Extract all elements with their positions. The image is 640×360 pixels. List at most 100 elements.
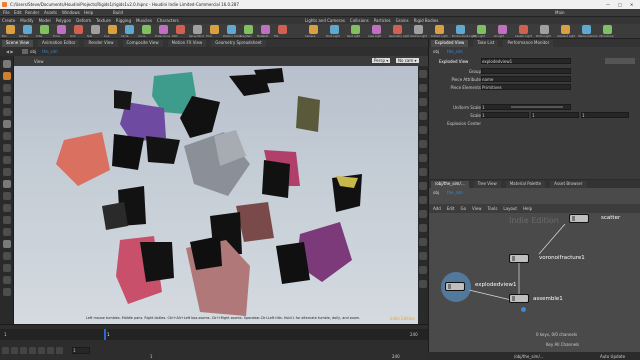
menu-file[interactable]: File bbox=[3, 10, 10, 15]
auto-update-toggle[interactable]: Auto Update bbox=[600, 354, 625, 359]
menu-help[interactable]: Help bbox=[84, 10, 93, 15]
shelf-tool-icon[interactable] bbox=[278, 25, 287, 34]
param-path-node[interactable]: the_sim bbox=[447, 49, 463, 54]
viewport-tool-icon[interactable] bbox=[3, 156, 11, 164]
shelf-tab[interactable]: Polygon bbox=[56, 18, 72, 23]
right-pane-tab[interactable]: Take List bbox=[473, 40, 499, 47]
playback-button[interactable] bbox=[11, 347, 18, 354]
shelf-tool-icon[interactable] bbox=[330, 25, 339, 34]
display-option-icon[interactable] bbox=[419, 280, 427, 288]
display-option-icon[interactable] bbox=[419, 98, 427, 106]
back-arrow-icon[interactable]: ◀ ▶ bbox=[6, 49, 13, 54]
shelf-tab[interactable]: Create bbox=[2, 18, 15, 23]
pane-tab[interactable]: Scene View bbox=[2, 40, 33, 47]
3d-viewport[interactable]: Left mouse tumbles. Middle pans. Right d… bbox=[14, 66, 418, 324]
timeline-ruler[interactable] bbox=[0, 329, 428, 340]
shelf-tool-icon[interactable] bbox=[477, 25, 486, 34]
shelf-tool-icon[interactable] bbox=[108, 25, 117, 34]
viewport-tool-icon[interactable] bbox=[3, 204, 11, 212]
viewport-tool-icon[interactable] bbox=[3, 276, 11, 284]
pane-tab[interactable]: Motion FX View bbox=[167, 40, 207, 47]
viewport-tool-icon[interactable] bbox=[3, 72, 11, 80]
param-path-obj[interactable]: obj bbox=[433, 49, 439, 54]
viewport-tool-icon[interactable] bbox=[3, 288, 11, 296]
viewport-tool-icon[interactable] bbox=[3, 264, 11, 272]
right-pane-tab[interactable]: Exploded View bbox=[431, 40, 469, 47]
shelf-tool-icon[interactable] bbox=[498, 25, 507, 34]
scale-component-field[interactable]: 1 bbox=[531, 112, 579, 118]
playhead[interactable] bbox=[104, 329, 106, 340]
shelf-tool-icon[interactable] bbox=[193, 25, 202, 34]
shelf-tool-icon[interactable] bbox=[540, 25, 549, 34]
shelf-tool-icon[interactable] bbox=[519, 25, 528, 34]
assemble-node[interactable] bbox=[509, 294, 529, 303]
shelf-tab-right[interactable]: Rigid Bodies bbox=[414, 18, 439, 23]
viewport-tool-icon[interactable] bbox=[3, 216, 11, 224]
shelf-tab[interactable]: Rigging bbox=[116, 18, 131, 23]
shelf-tool-icon[interactable] bbox=[227, 25, 236, 34]
camera-menu[interactable]: No cam ▾ bbox=[396, 58, 419, 63]
shelf-tab-right[interactable]: Grains bbox=[396, 18, 409, 23]
param-toolbar-icons[interactable] bbox=[605, 58, 635, 64]
param-field[interactable]: name bbox=[481, 76, 571, 82]
pane-tab[interactable]: Render View bbox=[84, 40, 118, 47]
shelf-tab-right[interactable]: Collisions bbox=[350, 18, 369, 23]
playback-button[interactable] bbox=[2, 347, 9, 354]
shelf-tool-icon[interactable] bbox=[582, 25, 591, 34]
viewport-tool-icon[interactable] bbox=[3, 168, 11, 176]
shelf-tool-icon[interactable] bbox=[351, 25, 360, 34]
display-option-icon[interactable] bbox=[419, 154, 427, 162]
shelf-tool-icon[interactable] bbox=[40, 25, 49, 34]
display-option-icon[interactable] bbox=[419, 84, 427, 92]
shelf-tool-icon[interactable] bbox=[159, 25, 168, 34]
scale-component-field[interactable]: 1 bbox=[581, 112, 629, 118]
shelf-tool-icon[interactable] bbox=[142, 25, 151, 34]
display-option-icon[interactable] bbox=[419, 126, 427, 134]
close-button[interactable]: ✕ bbox=[630, 2, 633, 7]
shelf-tool-icon[interactable] bbox=[23, 25, 32, 34]
explodedview-node[interactable] bbox=[445, 282, 465, 291]
pane-tab[interactable]: Geometry Spreadsheet bbox=[211, 40, 266, 47]
display-option-icon[interactable] bbox=[419, 70, 427, 78]
display-option-icon[interactable] bbox=[419, 266, 427, 274]
node-name-field[interactable]: explodedview1 bbox=[481, 58, 571, 64]
shelf-tool-icon[interactable] bbox=[57, 25, 66, 34]
menu-render[interactable]: Render bbox=[25, 10, 39, 15]
viewport-tool-icon[interactable] bbox=[3, 120, 11, 128]
menu-edit[interactable]: Edit bbox=[14, 10, 22, 15]
display-flag-icon[interactable] bbox=[521, 307, 526, 312]
shelf-tab[interactable]: Deform bbox=[76, 18, 91, 23]
viewport-tool-icon[interactable] bbox=[3, 252, 11, 260]
playback-button[interactable] bbox=[29, 347, 36, 354]
persp-menu[interactable]: Persp ▾ bbox=[372, 58, 391, 63]
shelf-tool-icon[interactable] bbox=[603, 25, 612, 34]
shelf-tool-icon[interactable] bbox=[435, 25, 444, 34]
param-field[interactable] bbox=[481, 68, 571, 74]
minimize-button[interactable]: — bbox=[606, 2, 610, 7]
display-option-icon[interactable] bbox=[419, 196, 427, 204]
param-field[interactable]: Primitives bbox=[481, 84, 571, 90]
viewport-tool-icon[interactable] bbox=[3, 84, 11, 92]
playback-button[interactable] bbox=[38, 347, 45, 354]
display-option-icon[interactable] bbox=[419, 112, 427, 120]
menu-build[interactable]: Build bbox=[113, 10, 123, 15]
menu-assets[interactable]: Assets bbox=[44, 10, 57, 15]
voronoi-node[interactable] bbox=[509, 254, 529, 263]
viewport-tool-icon[interactable] bbox=[3, 132, 11, 140]
viewport-tool-icon[interactable] bbox=[3, 240, 11, 248]
shelf-tool-icon[interactable] bbox=[6, 25, 15, 34]
viewport-tool-icon[interactable] bbox=[3, 228, 11, 236]
display-option-icon[interactable] bbox=[419, 182, 427, 190]
display-option-icon[interactable] bbox=[419, 252, 427, 260]
playback-button[interactable] bbox=[20, 347, 27, 354]
desktop-selector[interactable]: Main bbox=[555, 10, 565, 15]
shelf-tool-icon[interactable] bbox=[91, 25, 100, 34]
shelf-tool-icon[interactable] bbox=[210, 25, 219, 34]
viewport-tool-icon[interactable] bbox=[3, 180, 11, 188]
shelf-tool-icon[interactable] bbox=[261, 25, 270, 34]
param-field[interactable]: 1 bbox=[481, 112, 529, 118]
shelf-tool-icon[interactable] bbox=[456, 25, 465, 34]
uniform-scale-slider[interactable] bbox=[511, 106, 563, 108]
viewport-tool-icon[interactable] bbox=[3, 96, 11, 104]
viewport-tool-icon[interactable] bbox=[3, 108, 11, 116]
